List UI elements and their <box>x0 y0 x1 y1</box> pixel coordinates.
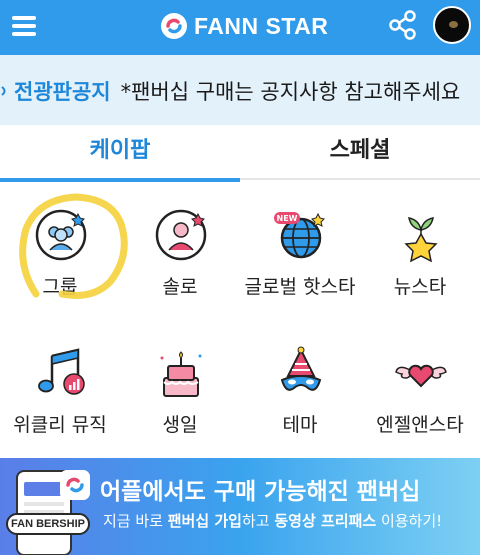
banner-subtitle: 지금 바로 팬버십 가입하고 동영상 프리패스 이용하기! <box>103 510 442 531</box>
category-tabs: 케이팝 스페셜 <box>0 125 480 182</box>
new-star-icon <box>404 217 438 262</box>
brand-name: FANN STAR <box>194 12 329 39</box>
banner-sub-emphasis-2: 동영상 프리패스 <box>274 512 377 530</box>
fanbership-badge: FAN BERSHIP <box>6 513 90 535</box>
tab-special[interactable]: 스페셜 <box>240 125 480 180</box>
notice-text: *팬버십 구매는 공지사항 참고해주세요 <box>120 80 461 104</box>
music-note-icon <box>38 348 85 395</box>
category-new-star[interactable]: 뉴스타 <box>360 182 480 312</box>
tab-kpop[interactable]: 케이팝 <box>0 125 240 182</box>
top-app-bar: FANN STAR <box>0 0 480 55</box>
notice-title: 전광판공지 <box>14 80 111 104</box>
banner-title: 어플에서도 구매 가능해진 팬버십 <box>100 479 421 505</box>
category-angel-star[interactable]: 엔젤앤스타 <box>360 320 480 450</box>
banner-sub-suffix: 이용하기! <box>376 512 443 530</box>
category-label: 위클리 뮤직 <box>13 414 107 436</box>
category-weekly-music[interactable]: 위클리 뮤직 <box>0 320 120 450</box>
fannstar-app-icon <box>60 470 90 500</box>
share-icon[interactable] <box>386 8 420 42</box>
brand-logo[interactable]: FANN STAR <box>160 10 328 42</box>
banner-sub-emphasis-1: 팬버십 가입 <box>167 512 242 530</box>
category-label: 솔로 <box>162 276 198 298</box>
category-global-hotstar[interactable]: NEW 글로벌 핫스타 <box>240 182 360 312</box>
new-badge: NEW <box>277 214 298 223</box>
cake-icon <box>160 351 202 397</box>
fanbership-promo-banner[interactable]: FAN BERSHIP 어플에서도 구매 가능해진 팬버십 지금 바로 팬버십 … <box>0 458 480 555</box>
category-label: 뉴스타 <box>393 276 447 298</box>
category-label: 엔젤앤스타 <box>376 414 464 436</box>
user-avatar[interactable] <box>433 6 471 44</box>
category-grid: 그룹 솔로 NEW 글로벌 핫스타 뉴스타 위클리 뮤직 생일 테마 엔젤앤스타 <box>0 182 480 450</box>
winged-heart-icon <box>395 364 447 388</box>
notice-ticker[interactable]: 전광판공지 *팬버십 구매는 공지사항 참고해주세요 <box>0 55 480 125</box>
category-label: 글로벌 핫스타 <box>244 276 356 298</box>
globe-icon: NEW <box>274 212 325 259</box>
speaker-icon <box>1 86 6 96</box>
category-birthday[interactable]: 생일 <box>120 320 240 450</box>
category-theme[interactable]: 테마 <box>240 320 360 450</box>
hamburger-icon[interactable] <box>10 11 40 41</box>
solo-icon <box>155 209 207 261</box>
category-solo[interactable]: 솔로 <box>120 182 240 312</box>
banner-sub-prefix: 지금 바로 <box>103 512 168 530</box>
group-icon <box>35 209 87 261</box>
fannstar-logo-icon <box>161 13 187 39</box>
category-label: 테마 <box>282 414 318 436</box>
banner-sub-mid: 하고 <box>241 512 275 530</box>
category-label: 생일 <box>162 414 198 436</box>
party-hat-icon <box>280 346 322 391</box>
category-group[interactable]: 그룹 <box>0 182 120 312</box>
category-label: 그룹 <box>42 276 78 298</box>
